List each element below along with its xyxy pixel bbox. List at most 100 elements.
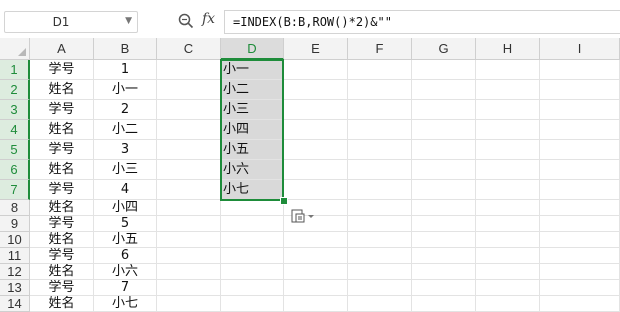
cell-e14[interactable] xyxy=(284,296,348,312)
cell-c14[interactable] xyxy=(157,296,221,312)
cell-g10[interactable] xyxy=(412,232,476,248)
cell-h11[interactable] xyxy=(476,248,540,264)
cell-c2[interactable] xyxy=(157,80,221,100)
cell-i13[interactable] xyxy=(540,280,620,296)
cell-e6[interactable] xyxy=(284,160,348,180)
cell-a2[interactable]: 姓名 xyxy=(30,80,94,100)
column-header-e[interactable]: E xyxy=(284,38,348,60)
cell-f5[interactable] xyxy=(348,140,412,160)
cell-h9[interactable] xyxy=(476,216,540,232)
row-header-11[interactable]: 11 xyxy=(0,248,30,264)
column-header-g[interactable]: G xyxy=(412,38,476,60)
cell-d7[interactable]: 小七 xyxy=(221,180,284,200)
cell-c12[interactable] xyxy=(157,264,221,280)
cell-e1[interactable] xyxy=(284,60,348,80)
cell-c9[interactable] xyxy=(157,216,221,232)
cell-d2[interactable]: 小二 xyxy=(221,80,284,100)
column-header-b[interactable]: B xyxy=(94,38,157,60)
cell-d5[interactable]: 小五 xyxy=(221,140,284,160)
cell-f2[interactable] xyxy=(348,80,412,100)
cell-b4[interactable]: 小二 xyxy=(94,120,157,140)
cell-b6[interactable]: 小三 xyxy=(94,160,157,180)
cell-i12[interactable] xyxy=(540,264,620,280)
cell-i3[interactable] xyxy=(540,100,620,120)
cell-b7[interactable]: 4 xyxy=(94,180,157,200)
cell-d11[interactable] xyxy=(221,248,284,264)
name-box-value[interactable]: D1 xyxy=(5,12,117,32)
cell-c5[interactable] xyxy=(157,140,221,160)
cell-c1[interactable] xyxy=(157,60,221,80)
cell-e2[interactable] xyxy=(284,80,348,100)
cell-a3[interactable]: 学号 xyxy=(30,100,94,120)
cell-i7[interactable] xyxy=(540,180,620,200)
cell-a12[interactable]: 姓名 xyxy=(30,264,94,280)
cell-f14[interactable] xyxy=(348,296,412,312)
cell-d10[interactable] xyxy=(221,232,284,248)
row-header-7[interactable]: 7 xyxy=(0,180,30,200)
cell-h7[interactable] xyxy=(476,180,540,200)
cell-b11[interactable]: 6 xyxy=(94,248,157,264)
row-header-2[interactable]: 2 xyxy=(0,80,30,100)
cell-c4[interactable] xyxy=(157,120,221,140)
cell-h13[interactable] xyxy=(476,280,540,296)
cell-a10[interactable]: 姓名 xyxy=(30,232,94,248)
cell-i11[interactable] xyxy=(540,248,620,264)
chevron-down-icon[interactable]: ▼ xyxy=(125,16,132,26)
formula-text[interactable]: =INDEX(B:B,ROW()*2)&"" xyxy=(233,15,392,29)
cell-g6[interactable] xyxy=(412,160,476,180)
cell-g5[interactable] xyxy=(412,140,476,160)
cell-f6[interactable] xyxy=(348,160,412,180)
cell-b13[interactable]: 7 xyxy=(94,280,157,296)
cell-f12[interactable] xyxy=(348,264,412,280)
cell-f4[interactable] xyxy=(348,120,412,140)
cell-i4[interactable] xyxy=(540,120,620,140)
cell-a1[interactable]: 学号 xyxy=(30,60,94,80)
cell-f1[interactable] xyxy=(348,60,412,80)
cell-a7[interactable]: 学号 xyxy=(30,180,94,200)
cell-b1[interactable]: 1 xyxy=(94,60,157,80)
cell-g7[interactable] xyxy=(412,180,476,200)
cell-e13[interactable] xyxy=(284,280,348,296)
cell-e4[interactable] xyxy=(284,120,348,140)
cell-h8[interactable] xyxy=(476,200,540,216)
cell-a13[interactable]: 学号 xyxy=(30,280,94,296)
cell-h12[interactable] xyxy=(476,264,540,280)
cell-i1[interactable] xyxy=(540,60,620,80)
column-header-d[interactable]: D xyxy=(221,38,284,60)
cell-f7[interactable] xyxy=(348,180,412,200)
cell-b9[interactable]: 5 xyxy=(94,216,157,232)
cell-d14[interactable] xyxy=(221,296,284,312)
row-header-10[interactable]: 10 xyxy=(0,232,30,248)
cell-h5[interactable] xyxy=(476,140,540,160)
cell-i9[interactable] xyxy=(540,216,620,232)
formula-input[interactable]: =INDEX(B:B,ROW()*2)&"" xyxy=(224,10,620,34)
cell-g3[interactable] xyxy=(412,100,476,120)
cell-i14[interactable] xyxy=(540,296,620,312)
row-header-8[interactable]: 8 xyxy=(0,200,30,216)
cell-c13[interactable] xyxy=(157,280,221,296)
cell-b12[interactable]: 小六 xyxy=(94,264,157,280)
cell-i6[interactable] xyxy=(540,160,620,180)
cell-b3[interactable]: 2 xyxy=(94,100,157,120)
column-header-a[interactable]: A xyxy=(30,38,94,60)
cell-a11[interactable]: 学号 xyxy=(30,248,94,264)
column-header-i[interactable]: I xyxy=(540,38,620,60)
cell-f8[interactable] xyxy=(348,200,412,216)
name-box[interactable]: D1 ▼ xyxy=(4,11,138,33)
cell-f9[interactable] xyxy=(348,216,412,232)
cell-c3[interactable] xyxy=(157,100,221,120)
cell-e5[interactable] xyxy=(284,140,348,160)
row-header-14[interactable]: 14 xyxy=(0,296,30,312)
cell-g2[interactable] xyxy=(412,80,476,100)
cell-b8[interactable]: 小四 xyxy=(94,200,157,216)
cell-h6[interactable] xyxy=(476,160,540,180)
cell-f3[interactable] xyxy=(348,100,412,120)
row-header-3[interactable]: 3 xyxy=(0,100,30,120)
select-all-corner[interactable] xyxy=(0,38,30,60)
cell-c8[interactable] xyxy=(157,200,221,216)
cell-a9[interactable]: 学号 xyxy=(30,216,94,232)
cell-g8[interactable] xyxy=(412,200,476,216)
cell-d13[interactable] xyxy=(221,280,284,296)
column-header-f[interactable]: F xyxy=(348,38,412,60)
cell-f11[interactable] xyxy=(348,248,412,264)
